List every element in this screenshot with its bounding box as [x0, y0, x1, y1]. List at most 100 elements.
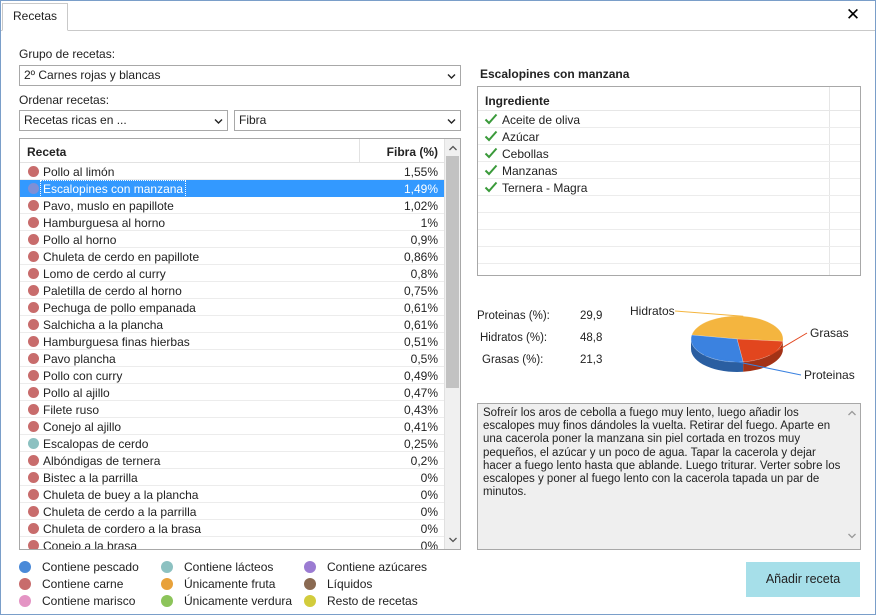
table-row[interactable]: Escalopines con manzana 1,49%	[20, 180, 444, 198]
recipe-fiber-value: 0,75%	[403, 284, 438, 298]
legend-dot-icon	[161, 578, 173, 590]
legend-dot-icon	[19, 578, 31, 590]
sort-mode-select[interactable]: Recetas ricas en ...	[19, 110, 228, 131]
table-row[interactable]: Pechuga de pollo empanada 0,61%	[20, 299, 444, 316]
ingredient-row[interactable]: Azúcar	[478, 128, 860, 145]
recipe-fiber-value: 0%	[420, 505, 438, 519]
tab-recetas[interactable]: Recetas	[2, 3, 69, 31]
table-row[interactable]: Hamburguesa finas hierbas 0,51%	[20, 333, 444, 350]
table-row[interactable]: Salchicha a la plancha 0,61%	[20, 316, 444, 333]
recipe-name: Lomo de cerdo al curry	[43, 267, 166, 281]
table-row[interactable]: Chuleta de buey a la plancha 0%	[20, 486, 444, 503]
table-row[interactable]: Pavo plancha 0,5%	[20, 350, 444, 367]
category-dot-icon	[28, 319, 39, 330]
chevron-up-icon[interactable]	[448, 143, 458, 153]
table-row[interactable]: Pollo al ajillo 0,47%	[20, 384, 444, 401]
table-row[interactable]: Chuleta de cerdo en papillote 0,86%	[20, 248, 444, 265]
table-row[interactable]: Bistec a la parrilla 0%	[20, 469, 444, 486]
chevron-down-icon[interactable]	[847, 531, 857, 545]
recipe-description-text: Sofreír los aros de cebolla a fuego muy …	[483, 407, 841, 499]
table-row[interactable]: Paletilla de cerdo al horno 0,75%	[20, 282, 444, 299]
recipes-rows: Pollo al limón 1,55% Escalopines con manza…	[20, 163, 444, 550]
table-row[interactable]: Conejo al ajillo 0,41%	[20, 418, 444, 435]
category-dot-icon	[28, 183, 39, 194]
table-row[interactable]: Albóndigas de ternera 0,2%	[20, 452, 444, 469]
ingredient-row[interactable]: Aceite de oliva	[478, 111, 860, 128]
recipe-name: Chuleta de cordero a la brasa	[43, 522, 202, 536]
checkmark-icon	[484, 129, 498, 143]
category-dot-icon	[28, 166, 39, 177]
legend-dot-icon	[304, 578, 316, 590]
legend-label: Contiene pescado	[42, 560, 139, 574]
recipes-list[interactable]: Receta Fibra (%) Pollo al limón 1,55% Esca…	[19, 138, 461, 550]
recipe-fiber-value: 0,43%	[403, 403, 438, 417]
legend-dot-icon	[161, 595, 173, 607]
recipe-name: Chuleta de cerdo a la parrilla	[43, 505, 197, 519]
table-row[interactable]: Chuleta de cordero a la brasa 0%	[20, 520, 444, 537]
category-dot-icon	[28, 353, 39, 364]
recipe-fiber-value: 0,5%	[410, 352, 438, 366]
group-select[interactable]: 2º Carnes rojas y blancas	[19, 65, 461, 86]
scrollbar-thumb[interactable]	[446, 156, 459, 388]
checkmark-icon	[484, 146, 498, 160]
table-row[interactable]: Pollo con curry 0,49%	[20, 367, 444, 384]
table-row[interactable]: Pollo al limón 1,55%	[20, 163, 444, 180]
empty-row	[478, 247, 860, 264]
ingredient-row[interactable]: Cebollas	[478, 145, 860, 162]
category-dot-icon	[28, 404, 39, 415]
ingredient-name: Azúcar	[502, 130, 540, 144]
category-dot-icon	[28, 421, 39, 432]
table-row[interactable]: Lomo de cerdo al curry 0,8%	[20, 265, 444, 282]
empty-row	[478, 196, 860, 213]
legend-label: Contiene marisco	[42, 594, 136, 608]
ingredients-header: Ingrediente	[478, 87, 860, 111]
pie-leader-line	[674, 310, 744, 317]
recipe-fiber-value: 0,61%	[403, 318, 438, 332]
recipe-name: Pollo con curry	[43, 369, 123, 383]
chevron-down-icon[interactable]	[448, 535, 458, 545]
recipe-description: Sofreír los aros de cebolla a fuego muy …	[477, 403, 861, 550]
recipe-fiber-value: 0%	[420, 539, 438, 550]
recipe-fiber-value: 0%	[420, 522, 438, 536]
macronutrient-pie-chart: Hidratos Grasas Proteinas	[621, 297, 861, 387]
recipe-fiber-value: 1,49%	[403, 182, 438, 196]
sort-nutrient-select[interactable]: Fibra	[234, 110, 461, 131]
table-row[interactable]: Escalopas de cerdo 0,25%	[20, 435, 444, 452]
recipe-name: Pavo, muslo en papillote	[43, 199, 174, 213]
category-dot-icon	[28, 472, 39, 483]
pie-svg: Hidratos Grasas Proteinas	[630, 304, 855, 382]
ingredient-name: Cebollas	[502, 147, 549, 161]
sort-mode-value: Recetas ricas en ...	[24, 113, 127, 127]
category-dot-icon	[28, 540, 39, 549]
recipe-fiber-value: 1,02%	[403, 199, 438, 213]
table-row[interactable]: Pollo al horno 0,9%	[20, 231, 444, 248]
recipe-name: Escalopines con manzana	[40, 180, 187, 198]
ingredients-header-label: Ingrediente	[485, 94, 550, 108]
ingredient-row[interactable]: Manzanas	[478, 162, 860, 179]
table-row[interactable]: Hamburguesa al horno 1%	[20, 214, 444, 231]
chevron-up-icon[interactable]	[847, 408, 857, 422]
recipe-name: Pechuga de pollo empanada	[43, 301, 196, 315]
close-icon[interactable]: ✕	[845, 6, 861, 23]
recipe-title: Escalopines con manzana	[480, 67, 630, 81]
column-header-fiber[interactable]: Fibra (%)	[387, 145, 438, 159]
recipe-fiber-value: 0,9%	[410, 233, 438, 247]
table-row[interactable]: Pavo, muslo en papillote 1,02%	[20, 197, 444, 214]
table-row[interactable]: Conejo a la brasa 0%	[20, 537, 444, 550]
table-row[interactable]: Filete ruso 0,43%	[20, 401, 444, 418]
table-row[interactable]: Chuleta de cerdo a la parrilla 0%	[20, 503, 444, 520]
nutrition-label: Proteinas (%):	[477, 310, 550, 322]
recipe-fiber-value: 0,86%	[403, 250, 438, 264]
recipe-name: Pollo al limón	[43, 165, 115, 179]
category-dot-icon	[28, 285, 39, 296]
recipes-scrollbar[interactable]	[444, 139, 460, 549]
description-scrollbar[interactable]	[844, 404, 860, 549]
ingredient-row[interactable]: Ternera - Magra	[478, 179, 860, 196]
recipe-fiber-value: 1%	[420, 216, 438, 230]
add-recipe-button[interactable]: Añadir receta	[746, 562, 860, 597]
recipe-fiber-value: 0%	[420, 488, 438, 502]
checkmark-icon	[484, 112, 498, 126]
recipes-list-header: Receta Fibra (%)	[20, 139, 444, 163]
column-header-recipe[interactable]: Receta	[27, 145, 66, 159]
recipe-name: Pavo plancha	[43, 352, 116, 366]
